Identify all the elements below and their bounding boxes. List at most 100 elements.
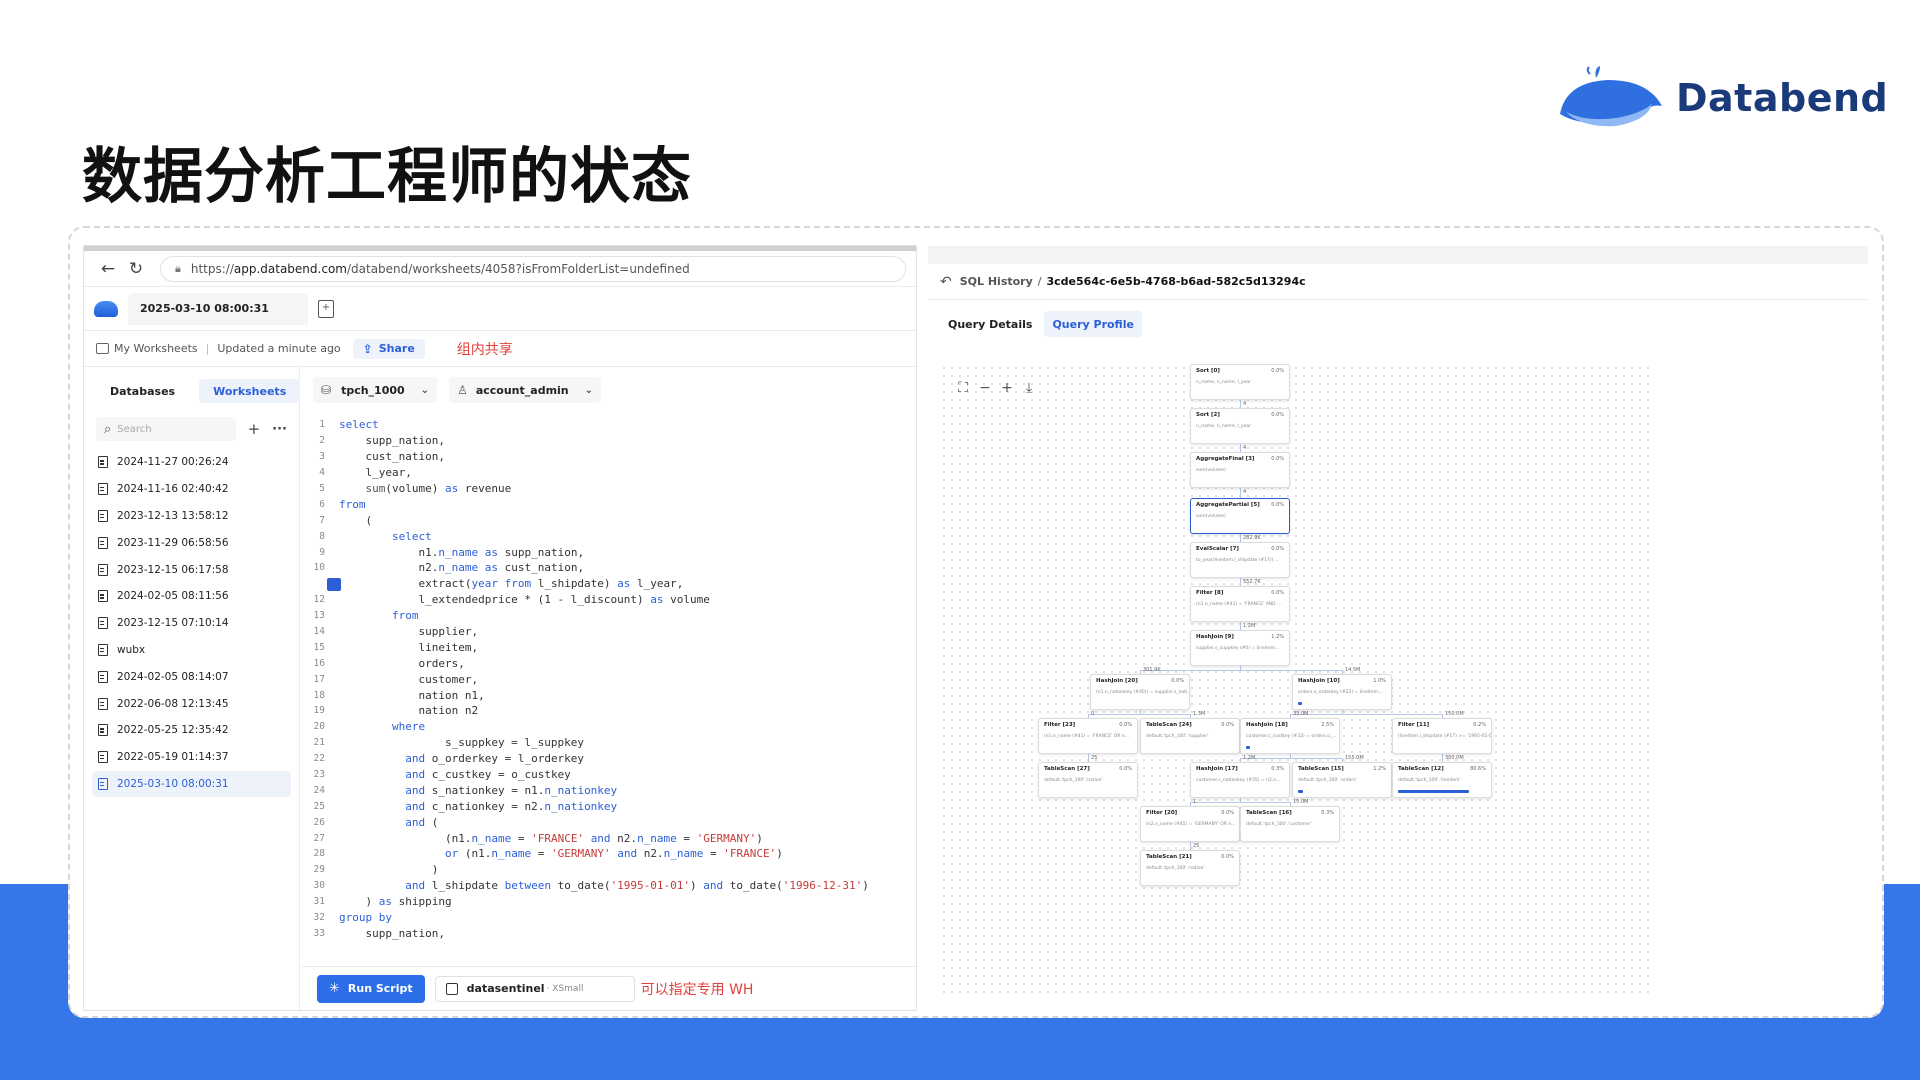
add-icon[interactable]: + — [248, 420, 261, 438]
line-number: 24 — [313, 784, 325, 796]
database-select[interactable]: ⛁ tpch_1000 ⌄ — [313, 377, 438, 403]
tab-query-profile[interactable]: Query Profile — [1044, 311, 1142, 337]
plan-node[interactable]: Sort [2] 0.0% n_name, n_name, l_year — [1190, 408, 1290, 444]
plan-node[interactable]: Filter [23] 0.0% (n1.n_name (#41) = 'FRANC… — [1038, 718, 1138, 754]
code-token: year — [471, 577, 498, 591]
list-item[interactable]: 2022-06-08 12:13:45 — [84, 690, 299, 717]
plan-node[interactable]: TableScan [15] 1.2% default.'tpch_100'.'or… — [1292, 762, 1392, 798]
code-line: 8 select — [301, 528, 916, 544]
plan-node[interactable]: TableScan [16] 0.3% default.'tpch_100'.'cu… — [1240, 806, 1340, 842]
my-worksheets-link[interactable]: My Worksheets — [114, 342, 198, 355]
list-item[interactable]: 2022-05-19 01:14:37 — [84, 744, 299, 771]
plan-node[interactable]: Sort [0] 0.0% n_name, n_name, l_year — [1190, 364, 1290, 400]
list-item[interactable]: 2024-11-27 00:26:24 — [84, 449, 299, 476]
download-icon[interactable]: ⤓ — [1022, 380, 1036, 396]
plan-node[interactable]: HashJoin [9] 1.2% supplier.s_suppkey (#0) … — [1190, 630, 1290, 666]
plan-node[interactable]: HashJoin [18] 2.5% customer.c_custkey (#32… — [1240, 718, 1340, 754]
list-item[interactable]: 2023-12-13 13:58:12 — [84, 503, 299, 530]
zoom-in-icon[interactable]: + — [1000, 380, 1014, 396]
back-arrow-icon[interactable]: ← — [94, 259, 122, 279]
code-token: and — [405, 752, 426, 766]
tab-worksheets[interactable]: Worksheets — [199, 379, 301, 403]
plan-node[interactable]: TableScan [27] 0.0% default.'tpch_100'.'na… — [1038, 762, 1138, 798]
divider: | — [205, 342, 210, 355]
plan-node[interactable]: HashJoin [20] 0.0% (n1.n_nationkey (#40)) … — [1090, 674, 1190, 710]
role-select[interactable]: ♙ account_admin ⌄ — [449, 377, 602, 403]
code-line: 17 customer, — [301, 671, 916, 687]
plan-node-percent: 0.0% — [1119, 722, 1132, 728]
plan-node-percent: 0.0% — [1271, 502, 1284, 508]
code-line: 23 and c_custkey = o_custkey — [301, 767, 916, 783]
line-number: 25 — [313, 800, 325, 812]
profile-graph-canvas[interactable]: ⛶ − + ⤓ 4 4 4 282.9K 552.7K 1.2M 301.9K 14.5M 0 1… — [940, 364, 1652, 996]
sidebar: Databases Worksheets ⌕ Search + ··· 2024… — [84, 367, 301, 1010]
list-item[interactable]: 2024-02-05 08:14:07 — [84, 663, 299, 690]
line-number: 15 — [313, 641, 325, 653]
list-item[interactable]: wubx — [84, 637, 299, 664]
list-item[interactable]: 2023-12-15 07:10:14 — [84, 610, 299, 637]
fullscreen-icon[interactable]: ⛶ — [956, 380, 970, 396]
code-token: and — [405, 879, 426, 893]
plan-node[interactable]: AggregateFinal [3] 0.0% sum(volume) — [1190, 452, 1290, 488]
plan-node-detail: supplier.s_suppkey (#0) = lineitem... — [1196, 646, 1280, 651]
list-item[interactable]: 2025-03-10 08:00:31 — [92, 770, 291, 798]
plan-node[interactable]: Filter [8] 0.0% (n1.n_name (#41) = 'FRANCE… — [1190, 586, 1290, 622]
sql-editor: ⛁ tpch_1000 ⌄ ♙ account_admin ⌄ 1 select 2… — [301, 367, 916, 1010]
code-token: ) — [339, 895, 379, 909]
line-number: 26 — [313, 816, 325, 828]
search-input[interactable]: ⌕ Search — [96, 417, 236, 441]
databend-cloud-icon[interactable] — [94, 300, 118, 317]
search-placeholder: Search — [117, 423, 152, 435]
list-item[interactable]: 2022-05-25 12:35:42 — [84, 717, 299, 744]
code-token: from — [339, 497, 366, 511]
code-line: 11 extract(year from l_shipdate) as l_ye… — [301, 576, 916, 592]
list-item[interactable]: 2024-11-16 02:40:42 — [84, 476, 299, 503]
plan-node[interactable]: TableScan [21] 0.0% default.'tpch_100'.'na… — [1140, 850, 1240, 886]
code-token: ) — [339, 863, 439, 877]
plan-node[interactable]: AggregatePartial [5] 0.0% sum(volume) — [1190, 498, 1290, 534]
plan-node[interactable]: Filter [11] 0.2% (lineitem.l_shipdate (#17… — [1392, 718, 1492, 754]
list-item[interactable]: 2023-12-15 06:17:58 — [84, 556, 299, 583]
line-number: 8 — [319, 530, 325, 542]
list-item[interactable]: 2023-11-29 06:58:56 — [84, 529, 299, 556]
run-script-button[interactable]: ✳ Run Script — [317, 974, 425, 1003]
worksheet-tab[interactable]: 2025-03-10 08:00:31 — [128, 292, 308, 325]
warehouse-select[interactable]: datasentinel · XSmall — [434, 975, 635, 1002]
line-number: 9 — [319, 546, 325, 558]
code-token: as — [617, 577, 631, 591]
zoom-out-icon[interactable]: − — [978, 380, 992, 396]
back-icon[interactable]: ↶ — [940, 274, 952, 290]
line-number: 13 — [313, 610, 325, 622]
address-field[interactable]: 🔒︎ https://app.databend.com/databend/wor… — [160, 255, 906, 282]
edge-label: 301.9K — [1143, 667, 1161, 673]
list-item[interactable]: 2024-02-05 08:11:56 — [84, 583, 299, 610]
reload-icon[interactable]: ↻ — [122, 259, 150, 279]
plan-node-percent: 0.2% — [1473, 722, 1486, 728]
edge-label: 1.3M — [1193, 711, 1206, 717]
code-area[interactable]: 1 select 2 supp_nation, 3 cust_nation, 4 l_y… — [301, 417, 916, 941]
plan-node[interactable]: HashJoin [17] 0.3% customer.c_nationkey (#… — [1190, 762, 1290, 798]
plan-node-detail: default.'tpch_100'.'supplier' — [1146, 734, 1209, 739]
plan-node[interactable]: Filter [20] 0.0% (n2.n_name (#45) = 'GERMA… — [1140, 806, 1240, 842]
plan-node[interactable]: EvalScalar [7] 0.0% to_year(lineitem.l_shi… — [1190, 542, 1290, 578]
code-token: n_name — [491, 847, 532, 861]
list-item-label: 2024-02-05 08:11:56 — [117, 590, 229, 603]
sql-history-link[interactable]: SQL History — [960, 275, 1033, 288]
code-token: s_suppkey = l_suppkey — [339, 736, 585, 750]
plan-node[interactable]: HashJoin [10] 1.0% orders.o_orderkey (#22)… — [1292, 674, 1392, 710]
slide-title: 数据分析工程师的状态 — [82, 142, 692, 212]
new-worksheet-icon[interactable]: + — [318, 299, 334, 318]
share-button[interactable]: ⇪ Share — [352, 338, 425, 359]
tab-query-details[interactable]: Query Details — [940, 311, 1040, 337]
more-icon[interactable]: ··· — [272, 422, 287, 437]
plan-node-percent: 1.2% — [1271, 634, 1284, 640]
edge-label: 1.2M — [1243, 623, 1256, 629]
plan-node[interactable]: TableScan [24] 0.0% default.'tpch_100'.'su… — [1140, 718, 1240, 754]
tab-databases[interactable]: Databases — [96, 379, 189, 403]
run-line-marker-icon[interactable] — [327, 577, 341, 591]
edge-label: 0 — [1091, 711, 1095, 717]
plan-node[interactable]: TableScan [12] 80.6% default.'tpch_100'.'l… — [1392, 762, 1492, 798]
plan-node-percent: 1.0% — [1373, 678, 1386, 684]
